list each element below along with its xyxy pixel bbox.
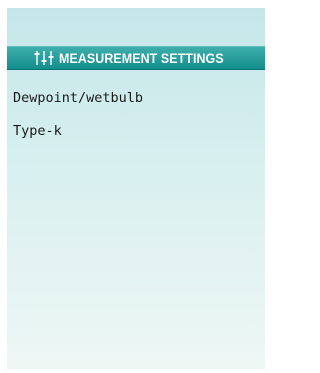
menu-item-dewpoint-wetbulb[interactable]: Dewpoint/wetbulb bbox=[13, 90, 143, 106]
settings-header: MEASUREMENT SETTINGS bbox=[7, 46, 265, 70]
page-title: MEASUREMENT SETTINGS bbox=[59, 50, 225, 66]
menu-item-type-k[interactable]: Type-k bbox=[13, 123, 62, 139]
sliders-icon bbox=[33, 50, 55, 66]
device-screen: MEASUREMENT SETTINGS Dewpoint/wetbulb Ty… bbox=[7, 8, 265, 369]
